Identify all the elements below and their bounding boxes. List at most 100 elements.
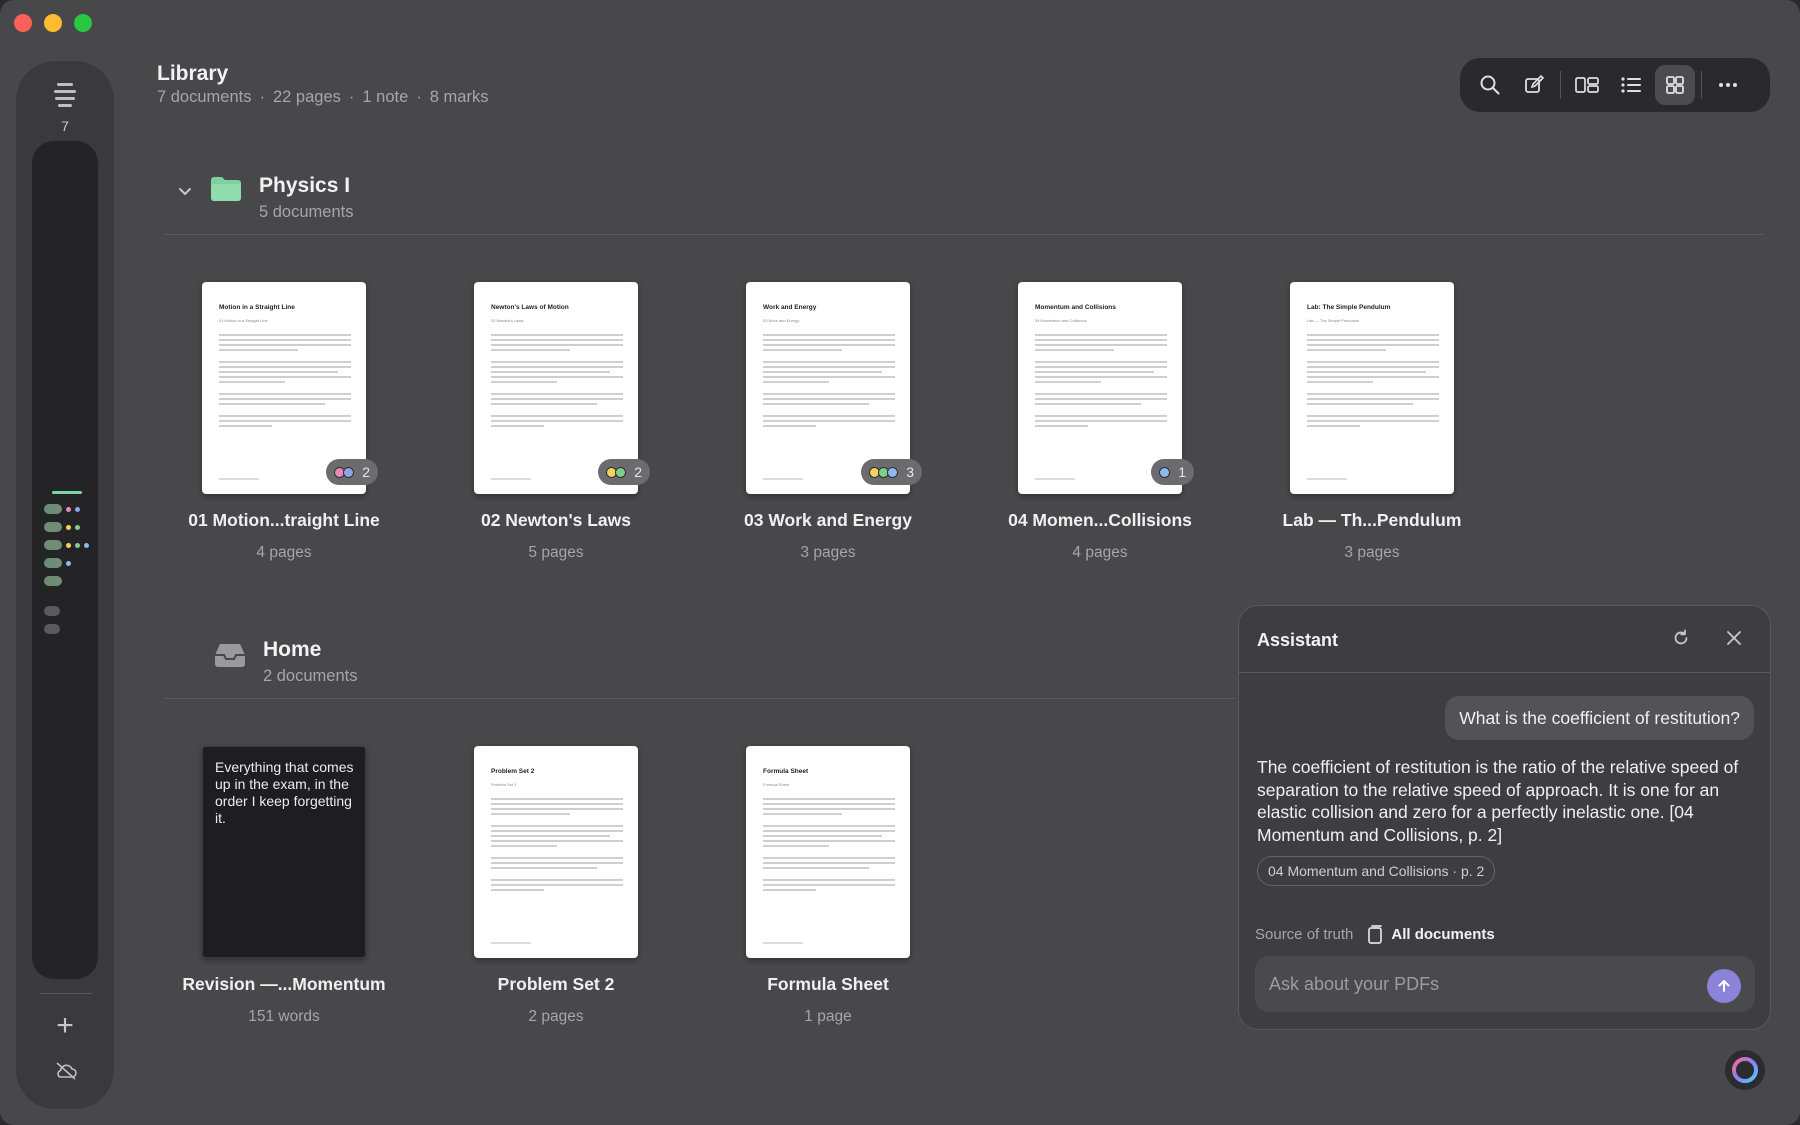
- section-title: Physics I: [259, 174, 351, 197]
- thumbnail-title: Problem Set 2: [491, 768, 535, 775]
- refresh-icon[interactable]: [1671, 628, 1691, 653]
- document-card[interactable]: Newton's Laws of Motion 02 Newton's Laws 2…: [421, 282, 691, 572]
- source-selector[interactable]: Source of truth All documents: [1255, 924, 1495, 944]
- toolbar-divider: [1701, 71, 1702, 99]
- document-meta: 151 words: [248, 1008, 320, 1025]
- search-button[interactable]: [1470, 65, 1510, 105]
- more-button[interactable]: [1708, 65, 1748, 105]
- rail-divider: [40, 993, 92, 994]
- thumbnail-title: Work and Energy: [763, 304, 817, 311]
- document-card[interactable]: Problem Set 2 Problem Set 2 Problem Set 2 2…: [421, 746, 691, 1036]
- list-view-button[interactable]: [1611, 65, 1651, 105]
- thumbnail-body-text: [219, 334, 351, 430]
- more-icon: [1719, 83, 1737, 87]
- assistant-header: Assistant: [1239, 606, 1770, 673]
- document-card[interactable]: Work and Energy 03 Work and Energy 3 03 Wor…: [693, 282, 963, 572]
- add-button[interactable]: +: [16, 1011, 114, 1041]
- zoom-window-button[interactable]: [74, 14, 92, 32]
- document-name: Lab — Th...Pendulum: [1282, 510, 1462, 530]
- minimap-row: [44, 602, 94, 620]
- marks-badge[interactable]: 2: [326, 459, 378, 485]
- mark-color-dot: [1159, 466, 1171, 478]
- minimap-row: [44, 500, 94, 518]
- thumbnail-title: Lab: The Simple Pendulum: [1307, 304, 1391, 311]
- document-card[interactable]: Motion in a Straight Line 01 Motion in a …: [149, 282, 419, 572]
- section-subtitle: 2 documents: [263, 667, 358, 685]
- assistant-ring-button[interactable]: [1725, 1050, 1765, 1090]
- minimap-well[interactable]: [32, 141, 98, 979]
- chevron-down-icon: [179, 188, 191, 195]
- ask-input[interactable]: [1255, 956, 1755, 1012]
- marks-badge[interactable]: 2: [598, 459, 650, 485]
- thumbnail-footer: [763, 478, 803, 480]
- search-icon: [1480, 75, 1500, 95]
- source-value: All documents: [1391, 925, 1495, 943]
- user-message: What is the coefficient of restitution?: [1445, 696, 1754, 740]
- document-name: 03 Work and Energy: [744, 510, 912, 530]
- close-icon[interactable]: [1724, 628, 1744, 653]
- thumbnail-subtitle: Formula Sheet: [763, 782, 790, 787]
- library-stats: 7 documents · 22 pages · 1 note · 8 marks: [157, 88, 489, 106]
- section-divider: [165, 698, 1235, 699]
- thumbnail-title: Momentum and Collisions: [1035, 304, 1116, 311]
- assistant-reply: The coefficient of restitution is the ra…: [1257, 757, 1739, 845]
- documents-icon: [1368, 925, 1383, 944]
- page-thumbnail[interactable]: Lab: The Simple Pendulum Lab — The Simple…: [1290, 282, 1454, 494]
- send-button[interactable]: [1707, 969, 1741, 1003]
- assistant-title: Assistant: [1257, 630, 1339, 650]
- section-title: Home: [263, 638, 322, 661]
- document-name: Formula Sheet: [767, 974, 889, 994]
- page-thumbnail[interactable]: Problem Set 2 Problem Set 2: [474, 746, 638, 958]
- document-meta: 3 pages: [800, 544, 856, 561]
- document-meta: 4 pages: [1072, 544, 1128, 561]
- folder-icon: [211, 177, 241, 201]
- close-window-button[interactable]: [14, 14, 32, 32]
- section-title-group: Home 2 documents: [263, 638, 357, 686]
- document-meta: 1 page: [804, 1008, 852, 1025]
- compose-icon: [1525, 74, 1545, 93]
- section-header-physics[interactable]: Physics I 5 documents: [176, 174, 353, 222]
- grid-view-button[interactable]: [1655, 65, 1695, 105]
- window-controls: [14, 14, 92, 32]
- document-card[interactable]: Everything that comes up in the exam, in…: [149, 746, 419, 1036]
- document-card[interactable]: Formula Sheet Formula Sheet Formula Sheet 1…: [693, 746, 963, 1036]
- thumbnail-body-text: [763, 334, 895, 430]
- grid-view-icon: [1666, 76, 1684, 94]
- thumbnail-subtitle: 02 Newton's Laws: [491, 318, 524, 323]
- mark-color-dot: [343, 466, 355, 478]
- minimize-window-button[interactable]: [44, 14, 62, 32]
- section-divider: [165, 234, 1763, 235]
- thumbnail-body-text: [491, 798, 623, 894]
- thumbnail-footer: [1307, 478, 1347, 480]
- thumbnail-footer: [219, 478, 259, 480]
- citation-chip[interactable]: 04 Momentum and Collisions · p. 2: [1257, 856, 1496, 886]
- document-name: 04 Momen...Collisions: [1008, 510, 1192, 530]
- marks-count: 1: [1178, 464, 1186, 480]
- thumbnail-footer: [763, 942, 803, 944]
- arrow-up-icon: [1718, 980, 1730, 992]
- minimap-row: [44, 518, 94, 536]
- document-meta: 5 pages: [528, 544, 584, 561]
- thumbnail-body-text: [1035, 334, 1167, 430]
- document-card[interactable]: Lab: The Simple Pendulum Lab — The Simple…: [1237, 282, 1507, 572]
- minimap-row: [44, 572, 94, 590]
- page-title: Library: [157, 62, 229, 85]
- thumbnail-title: Newton's Laws of Motion: [491, 304, 569, 311]
- note-preview[interactable]: Everything that comes up in the exam, in…: [202, 746, 366, 958]
- document-name: 01 Motion...traight Line: [188, 510, 380, 530]
- marks-badge[interactable]: 3: [861, 459, 922, 485]
- compose-button[interactable]: [1514, 65, 1554, 105]
- cloud-off-icon[interactable]: [54, 1061, 78, 1086]
- page-thumbnail[interactable]: Formula Sheet Formula Sheet: [746, 746, 910, 958]
- thumbnail-subtitle: 01 Motion in a Straight Line: [219, 318, 268, 323]
- sidebar-layout-button[interactable]: [1567, 65, 1607, 105]
- minimap-row: [44, 620, 94, 638]
- marks-badge[interactable]: 1: [1151, 459, 1194, 485]
- document-card[interactable]: Momentum and Collisions 04 Momentum and C…: [965, 282, 1235, 572]
- thumbnail-subtitle: Lab — The Simple Pendulum: [1307, 318, 1360, 323]
- stack-icon: [53, 79, 77, 107]
- minimap-row: [44, 554, 94, 572]
- document-meta: 4 pages: [256, 544, 312, 561]
- library-stack-button[interactable]: 7: [16, 79, 114, 134]
- section-header-home[interactable]: Home 2 documents: [176, 638, 357, 686]
